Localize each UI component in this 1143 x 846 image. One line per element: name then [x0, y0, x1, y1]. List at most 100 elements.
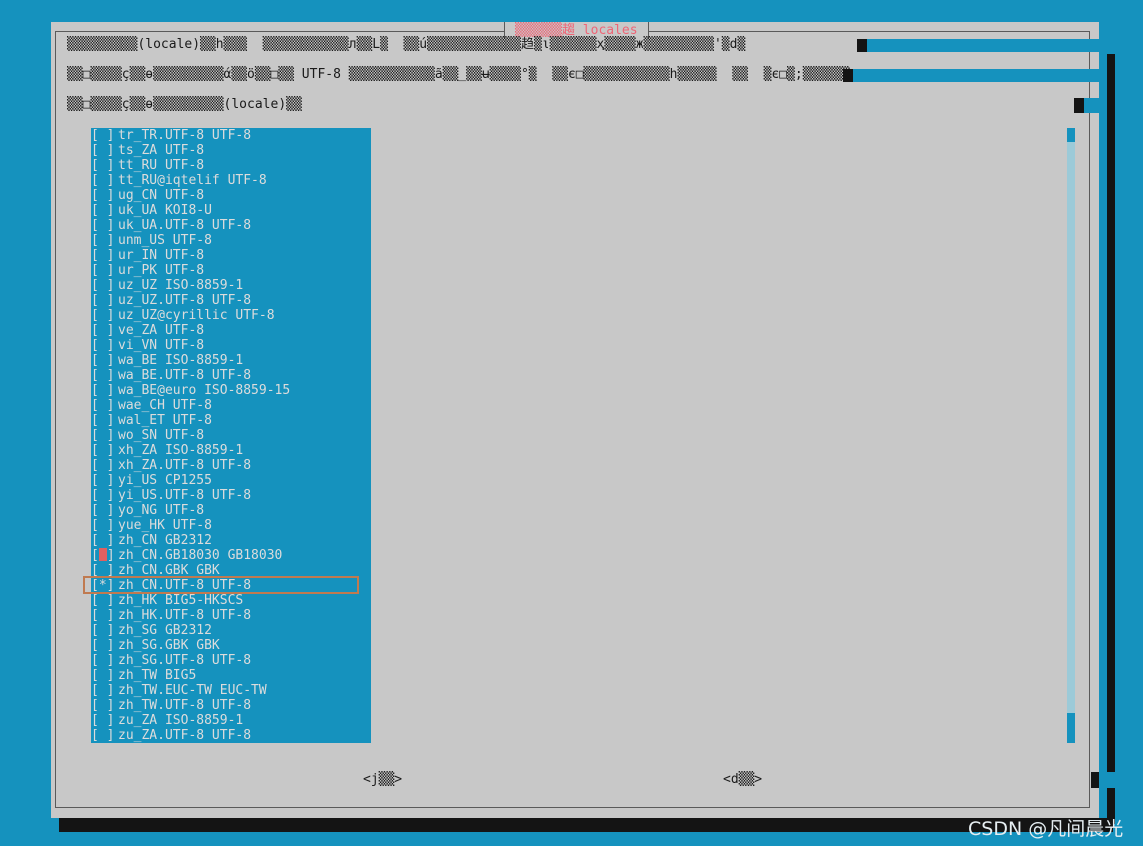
locale-checkbox[interactable]: [ ]: [91, 698, 118, 713]
list-item[interactable]: [ ] uz_UZ.UTF-8 UTF-8: [91, 293, 251, 308]
list-scrollbar[interactable]: [1067, 128, 1075, 743]
list-item[interactable]: [ ] yi_US.UTF-8 UTF-8: [91, 488, 251, 503]
list-item[interactable]: [ ] uz_UZ@cyrillic UTF-8: [91, 308, 275, 323]
locale-checkbox[interactable]: [ ]: [91, 458, 118, 473]
locale-checkbox[interactable]: [ ]: [91, 128, 118, 143]
locale-checkbox[interactable]: [ ]: [91, 488, 118, 503]
list-item[interactable]: [ ] ur_PK UTF-8: [91, 263, 204, 278]
locale-label: wa_BE@euro ISO-8859-15: [118, 383, 291, 398]
list-item[interactable]: [ ] yue_HK UTF-8: [91, 518, 212, 533]
dialog-shadow-bottom: [59, 818, 1113, 832]
locale-checkbox[interactable]: [ ]: [91, 473, 118, 488]
locale-checkbox[interactable]: [ ]: [91, 218, 118, 233]
locale-checkbox[interactable]: [ ]: [91, 323, 118, 338]
locale-checkbox[interactable]: []: [91, 548, 118, 563]
list-item[interactable]: [ ] ts_ZA UTF-8: [91, 143, 204, 158]
locale-checkbox[interactable]: [ ]: [91, 383, 118, 398]
list-item[interactable]: [ ] wa_BE ISO-8859-1: [91, 353, 243, 368]
locale-label: zh_HK BIG5-HKSCS: [118, 593, 244, 608]
cancel-button[interactable]: <d▒▒>: [723, 772, 762, 788]
locale-list[interactable]: [ ] tr_TR.UTF-8 UTF-8[ ] ts_ZA UTF-8[ ] tt_…: [91, 128, 371, 743]
locale-checkbox[interactable]: [ ]: [91, 338, 118, 353]
list-item[interactable]: [ ] wa_BE.UTF-8 UTF-8: [91, 368, 251, 383]
locale-label: zh_CN GB2312: [118, 533, 212, 548]
locale-checkbox[interactable]: [ ]: [91, 713, 118, 728]
locale-label: wo_SN UTF-8: [118, 428, 205, 443]
locale-checkbox[interactable]: [ ]: [91, 398, 118, 413]
list-item[interactable]: [ ] unm_US UTF-8: [91, 233, 212, 248]
list-item[interactable]: [ ] zh_TW BIG5: [91, 668, 196, 683]
locale-checkbox[interactable]: [ ]: [91, 428, 118, 443]
list-item[interactable]: [] zh_CN.GB18030 GB18030: [91, 548, 282, 563]
locale-checkbox[interactable]: [ ]: [91, 443, 118, 458]
list-item[interactable]: [ ] zh_TW.UTF-8 UTF-8: [91, 698, 251, 713]
scrollbar-top-cap: [1067, 128, 1075, 142]
list-item[interactable]: [ ] xh_ZA ISO-8859-1: [91, 443, 243, 458]
locale-checkbox[interactable]: [ ]: [91, 533, 118, 548]
locale-checkbox[interactable]: [ ]: [91, 368, 118, 383]
list-item[interactable]: [ ] tt_RU UTF-8: [91, 158, 204, 173]
locale-checkbox[interactable]: [ ]: [91, 728, 118, 743]
list-item[interactable]: [ ] ve_ZA UTF-8: [91, 323, 204, 338]
list-item[interactable]: [ ] tr_TR.UTF-8 UTF-8: [91, 128, 251, 143]
locale-checkbox[interactable]: [ ]: [91, 143, 118, 158]
list-item[interactable]: [ ] yo_NG UTF-8: [91, 503, 204, 518]
locale-label: wa_BE.UTF-8 UTF-8: [118, 368, 252, 383]
list-item[interactable]: [ ] zh_CN GB2312: [91, 533, 212, 548]
locale-checkbox[interactable]: [ ]: [91, 293, 118, 308]
locale-checkbox[interactable]: [ ]: [91, 248, 118, 263]
locale-checkbox[interactable]: [ ]: [91, 263, 118, 278]
locale-checkbox[interactable]: [ ]: [91, 593, 118, 608]
overflow-marker-1: [857, 39, 867, 52]
locale-checkbox[interactable]: [ ]: [91, 683, 118, 698]
locale-checkbox[interactable]: [ ]: [91, 638, 118, 653]
locale-checkbox[interactable]: [ ]: [91, 233, 118, 248]
locale-label: uz_UZ@cyrillic UTF-8: [118, 308, 275, 323]
locale-label: yue_HK UTF-8: [118, 518, 212, 533]
list-item[interactable]: [ ] ur_IN UTF-8: [91, 248, 204, 263]
locale-checkbox[interactable]: [ ]: [91, 623, 118, 638]
locale-checkbox[interactable]: [ ]: [91, 653, 118, 668]
locale-checkbox[interactable]: [ ]: [91, 518, 118, 533]
locale-label: zh_SG.GBK GBK: [118, 638, 220, 653]
list-item[interactable]: [ ] wo_SN UTF-8: [91, 428, 204, 443]
list-item[interactable]: [ ] wal_ET UTF-8: [91, 413, 212, 428]
list-item[interactable]: [ ] zh_TW.EUC-TW EUC-TW: [91, 683, 267, 698]
list-item[interactable]: [ ] tt_RU@iqtelif UTF-8: [91, 173, 267, 188]
locale-checkbox[interactable]: [ ]: [91, 173, 118, 188]
list-item[interactable]: [ ] uk_UA KOI8-U: [91, 203, 212, 218]
locale-checkbox[interactable]: [ ]: [91, 203, 118, 218]
list-item[interactable]: [ ] zh_HK.UTF-8 UTF-8: [91, 608, 251, 623]
list-item[interactable]: [ ] wae_CH UTF-8: [91, 398, 212, 413]
locale-label: ve_ZA UTF-8: [118, 323, 205, 338]
list-item[interactable]: [ ] zu_ZA.UTF-8 UTF-8: [91, 728, 251, 743]
scrollbar-thumb[interactable]: [1067, 713, 1075, 743]
locale-label: zh_TW BIG5: [118, 668, 197, 683]
list-item[interactable]: [ ] wa_BE@euro ISO-8859-15: [91, 383, 290, 398]
locale-label: ur_IN UTF-8: [118, 248, 205, 263]
locale-checkbox[interactable]: [ ]: [91, 278, 118, 293]
list-item[interactable]: [ ] uk_UA.UTF-8 UTF-8: [91, 218, 251, 233]
list-item[interactable]: [ ] zu_ZA ISO-8859-1: [91, 713, 243, 728]
locale-checkbox[interactable]: [ ]: [91, 353, 118, 368]
list-item[interactable]: [ ] zh_SG GB2312: [91, 623, 212, 638]
locale-checkbox[interactable]: [ ]: [91, 503, 118, 518]
locale-checkbox[interactable]: [ ]: [91, 608, 118, 623]
list-item[interactable]: [ ] xh_ZA.UTF-8 UTF-8: [91, 458, 251, 473]
list-item[interactable]: [ ] zh_HK BIG5-HKSCS: [91, 593, 243, 608]
list-item[interactable]: [ ] yi_US CP1255: [91, 473, 212, 488]
list-item[interactable]: [ ] uz_UZ ISO-8859-1: [91, 278, 243, 293]
locale-checkbox[interactable]: [ ]: [91, 158, 118, 173]
list-item[interactable]: [ ] vi_VN UTF-8: [91, 338, 204, 353]
locale-checkbox[interactable]: [ ]: [91, 413, 118, 428]
locale-checkbox[interactable]: [ ]: [91, 668, 118, 683]
locale-checkbox[interactable]: [ ]: [91, 188, 118, 203]
list-item[interactable]: [ ] zh_SG.UTF-8 UTF-8: [91, 653, 251, 668]
list-item[interactable]: [ ] zh_SG.GBK GBK: [91, 638, 220, 653]
dialog-shadow-right: [1107, 54, 1115, 824]
ok-button[interactable]: <j▒▒>: [363, 772, 402, 788]
locale-label: ug_CN UTF-8: [118, 188, 205, 203]
locale-checkbox[interactable]: [ ]: [91, 308, 118, 323]
list-item[interactable]: [ ] ug_CN UTF-8: [91, 188, 204, 203]
locale-label: xh_ZA ISO-8859-1: [118, 443, 244, 458]
